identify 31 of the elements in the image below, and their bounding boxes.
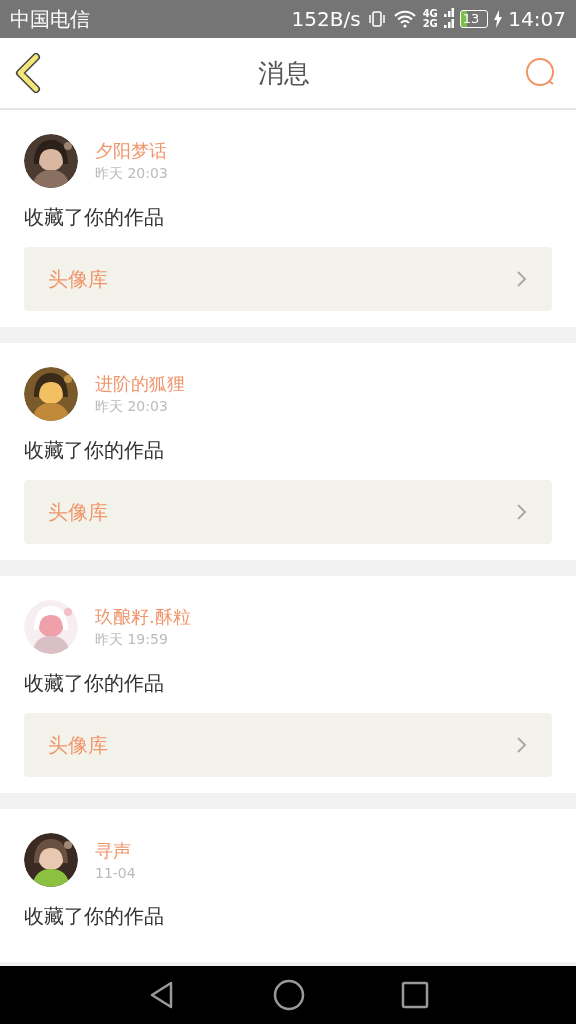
clock: 14:07 xyxy=(508,7,566,31)
message-text: 收藏了你的作品 xyxy=(24,903,165,930)
chevron-icon xyxy=(516,736,528,754)
signal-icon xyxy=(443,8,454,30)
timestamp: 昨天 20:03 xyxy=(95,398,169,416)
wifi-icon xyxy=(392,9,417,29)
user-name[interactable]: 进阶的狐狸 xyxy=(95,372,185,396)
user-name[interactable]: 夕阳梦话 xyxy=(95,139,168,163)
network-speed: 152B/s xyxy=(291,7,361,31)
chevron-icon xyxy=(516,503,528,521)
chevron-icon xyxy=(516,270,528,288)
album-link[interactable]: 头像库 xyxy=(24,480,552,544)
carrier-name: 中国电信 xyxy=(10,5,90,33)
timestamp: 11-04 xyxy=(95,865,136,881)
album-link[interactable]: 头像库 xyxy=(24,713,552,777)
timestamp: 昨天 20:03 xyxy=(95,165,168,183)
vibrate-icon xyxy=(366,9,387,29)
user-name[interactable]: 玖酿籽.酥粒 xyxy=(95,605,191,629)
message-text: 收藏了你的作品 xyxy=(24,204,165,231)
album-link[interactable]: 头像库 xyxy=(24,247,552,311)
battery-indicator: 13 xyxy=(459,10,489,28)
network-type: 4G xyxy=(422,9,438,19)
message-text: 收藏了你的作品 xyxy=(24,670,165,697)
user-name[interactable]: 寻声 xyxy=(95,839,136,863)
recents-icon[interactable] xyxy=(401,981,429,1009)
charging-icon xyxy=(494,10,503,28)
home-icon[interactable] xyxy=(273,979,305,1011)
timestamp: 昨天 19:59 xyxy=(95,631,169,649)
message-text: 收藏了你的作品 xyxy=(24,437,165,464)
page-title: 消息 xyxy=(258,56,310,90)
network-type: 2G xyxy=(422,19,438,29)
